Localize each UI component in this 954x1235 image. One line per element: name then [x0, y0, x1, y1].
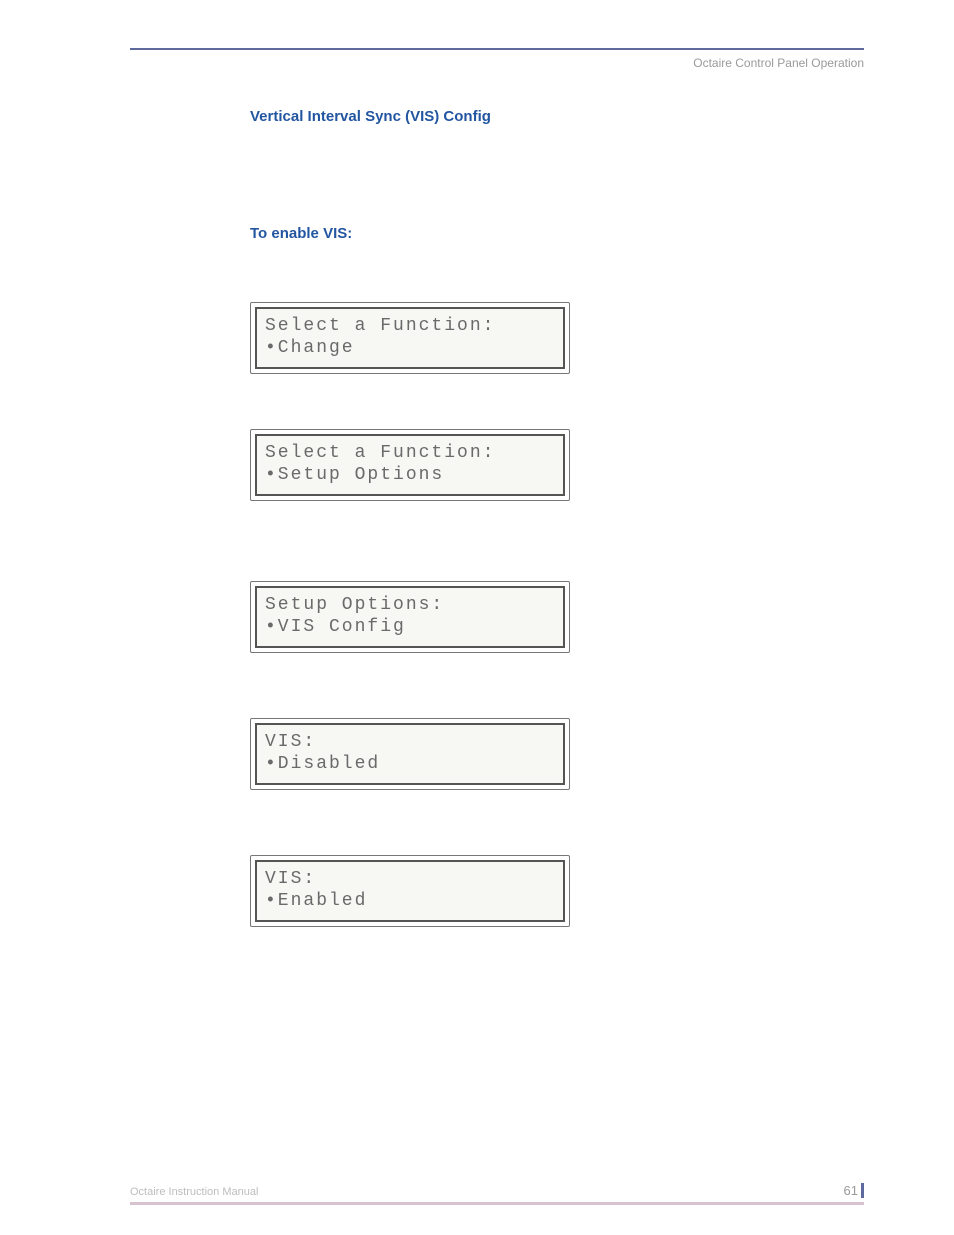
lcd-inner: VIS: •Disabled	[255, 723, 565, 785]
lcd-line-1: Select a Function:	[265, 442, 555, 464]
lcd-line-1: Select a Function:	[265, 315, 555, 337]
lcd-line-2: •Enabled	[265, 890, 555, 912]
lcd-line-2: •Setup Options	[265, 464, 555, 486]
lcd-line-2: •VIS Config	[265, 616, 555, 638]
content-block: Vertical Interval Sync (VIS) Config To e…	[250, 108, 864, 927]
lcd-inner: Select a Function: •Change	[255, 307, 565, 369]
lcd-inner: Setup Options: •VIS Config	[255, 586, 565, 648]
top-rule	[130, 48, 864, 50]
lcd-inner: Select a Function: •Setup Options	[255, 434, 565, 496]
lcd-screen: Setup Options: •VIS Config	[250, 581, 570, 653]
header-right-text: Octaire Control Panel Operation	[130, 56, 864, 70]
lcd-line-1: Setup Options:	[265, 594, 555, 616]
page-number: 61	[844, 1183, 864, 1198]
section-title: Vertical Interval Sync (VIS) Config	[250, 108, 864, 125]
bottom-rule	[130, 1202, 864, 1205]
lcd-line-2: •Change	[265, 337, 555, 359]
footer-left-text: Octaire Instruction Manual	[130, 1186, 258, 1198]
lcd-line-1: VIS:	[265, 731, 555, 753]
subsection-title: To enable VIS:	[250, 225, 864, 242]
document-page: Octaire Control Panel Operation Vertical…	[0, 0, 954, 1235]
footer-line: Octaire Instruction Manual 61	[130, 1183, 864, 1198]
lcd-screen: Select a Function: •Setup Options	[250, 429, 570, 501]
lcd-inner: VIS: •Enabled	[255, 860, 565, 922]
lcd-screen: Select a Function: •Change	[250, 302, 570, 374]
lcd-screen: VIS: •Disabled	[250, 718, 570, 790]
lcd-line-1: VIS:	[265, 868, 555, 890]
lcd-screen: VIS: •Enabled	[250, 855, 570, 927]
lcd-line-2: •Disabled	[265, 753, 555, 775]
footer: Octaire Instruction Manual 61	[130, 1183, 864, 1205]
